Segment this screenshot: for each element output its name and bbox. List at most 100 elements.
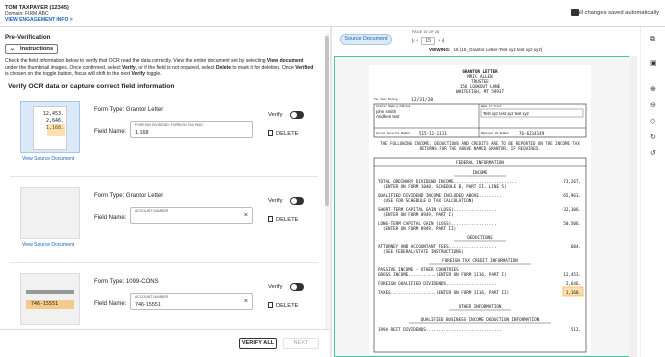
doc-row-value: 12,453. xyxy=(563,272,581,277)
doc-row-sublabel: (SEE FEDERAL/STATE INSTRUCTIONS) xyxy=(383,249,464,254)
comment-icon[interactable]: ▣ xyxy=(650,59,657,67)
input-caption: FOREIGN DIVIDEND: FOREIGN TAX PAID xyxy=(135,123,203,127)
verify-label: Verify xyxy=(268,198,283,204)
clear-icon[interactable]: × xyxy=(244,298,248,305)
highlight-box xyxy=(47,124,65,136)
page-navigator: |‹ ‹ 15 › ›| xyxy=(412,37,444,45)
zoom-in-icon[interactable]: ⊕ xyxy=(650,85,656,93)
field-value-input[interactable]: FOREIGN DIVIDEND: FOREIGN TAX PAID 1.168 xyxy=(130,121,253,138)
verification-panel: Pre-Verification ⌄ Instructions Check th… xyxy=(0,27,330,357)
app-header: TOM TAXPAYER (12345) Domain: FIRM ABC VI… xyxy=(0,0,665,27)
doc-row-value: 73,267. xyxy=(563,179,581,184)
viewer-scrollbar[interactable] xyxy=(629,56,637,357)
document-thumbnail[interactable]: 12,453. 2,646. 1,168. xyxy=(20,101,80,153)
fit-page-icon[interactable]: ◇ xyxy=(650,117,655,125)
doc-row-value: -32,306. xyxy=(561,207,581,212)
thumbnail-page: 12,453. 2,646. 1,168. xyxy=(33,106,67,150)
input-caption: ACCOUNT NUMBER xyxy=(135,295,169,299)
field-value-input[interactable]: ACCOUNT NUMBER × xyxy=(130,207,253,224)
tax-year-value: 12/31/20 xyxy=(411,97,433,103)
verify-toggle[interactable] xyxy=(290,283,304,291)
left-scrollbar[interactable] xyxy=(325,33,329,357)
trust-value: Test xyz test xyz test xyz xyxy=(483,111,529,116)
input-value: 1.168 xyxy=(135,130,149,136)
view-engagement-link[interactable]: VIEW ENGAGEMENT INFO > xyxy=(5,17,73,23)
form-type-label: Form Type: 1099-CONS xyxy=(94,279,159,285)
panel-splitter[interactable] xyxy=(330,27,332,357)
next-page-icon[interactable]: › xyxy=(438,38,440,44)
chevron-down-icon: ⌄ xyxy=(10,46,16,52)
document-page: GRANTOR LETTER MRIC ALLEN TRUSTEE 156 LO… xyxy=(369,65,591,355)
other-header: OTHER INFORMATION xyxy=(459,304,502,309)
verify-toggle[interactable] xyxy=(290,111,304,119)
doc-row-value: 604. xyxy=(571,244,581,249)
last-page-icon[interactable]: ›| xyxy=(441,38,444,44)
action-bar: VERIFY ALL NEXT xyxy=(0,329,330,357)
trash-icon xyxy=(268,302,273,308)
next-button[interactable]: NEXT xyxy=(283,338,319,349)
rotate-left-icon[interactable]: ↺ xyxy=(650,149,656,157)
grantor-address: Andheri test xyxy=(376,114,400,119)
doc-row-sublabel: (ENTER ON FORM 8949, PART II) xyxy=(383,226,456,231)
thumbnail-stripe xyxy=(26,290,74,294)
field-card: 746-15551 Form Type: 1099-CONS Field Nam… xyxy=(10,269,318,329)
grantor-label: Grantor Name & Address xyxy=(376,104,411,108)
thumbnail-text: 746-15551 xyxy=(31,301,59,307)
instructions-label: Instructions xyxy=(20,46,54,52)
verify-label: Verify xyxy=(268,284,283,290)
doc-row-value: 2,646. xyxy=(566,281,581,286)
doc-row-sublabel: GROSS INCOME...........(ENTER ON FORM 11… xyxy=(378,272,507,277)
zoom-out-icon[interactable]: ⊖ xyxy=(650,101,656,109)
ssn-value: 515-11-1111 xyxy=(419,131,447,136)
scrollbar-thumb[interactable] xyxy=(325,36,329,206)
input-value: 746-15551 xyxy=(135,302,161,308)
field-card: View Source Document Form Type: Grantor … xyxy=(10,183,318,263)
ssn-label: Social Security Number xyxy=(376,131,411,135)
delete-button[interactable]: DELETE xyxy=(268,130,299,137)
doc-row-value: 50,506. xyxy=(563,221,581,226)
page-number-input[interactable]: 15 xyxy=(421,37,435,45)
field-card: 12,453. 2,646. 1,168. View Source Docume… xyxy=(10,97,318,177)
doc-intro: THE FOLLOWING INCOME, DEDUCTIONS AND CRE… xyxy=(380,141,580,151)
prev-page-icon[interactable]: ‹ xyxy=(416,38,418,44)
section-title: Verify OCR data or capture correct field… xyxy=(8,83,175,90)
document-thumbnail[interactable]: 746-15551 xyxy=(20,273,80,325)
form-type-label: Form Type: Grantor Letter xyxy=(94,107,164,113)
viewing-info: VIEWING: 15 (15_Grantor Letter-Test xyz t… xyxy=(429,47,543,52)
ftc-header: FOREIGN TAX CREDIT INFORMATION xyxy=(442,258,518,263)
form-type-label: Form Type: Grantor Letter xyxy=(94,193,164,199)
field-name-label: Field Name: xyxy=(94,129,127,135)
trash-icon xyxy=(268,130,273,136)
doc-row-sublabel: (USE FOR SCHEDULE D TAX CALCULATION) xyxy=(383,198,474,203)
verify-label: Verify xyxy=(268,112,283,118)
qbi-header: QUALIFIED BUSINESS INCOME DEDUCTION INFO… xyxy=(421,317,540,322)
field-name-label: Field Name: xyxy=(94,215,127,221)
delete-button[interactable]: DELETE xyxy=(268,302,299,309)
field-name-label: Field Name: xyxy=(94,301,127,307)
instructions-toggle[interactable]: ⌄ Instructions xyxy=(5,44,58,54)
trust-label: Name of Trust xyxy=(481,104,502,108)
doc-row-label: 199A REIT DIVIDENDS.....................… xyxy=(378,327,502,332)
doc-row-sublabel: (ENTER ON FORM 8949, PART I) xyxy=(383,212,454,217)
input-caption: ACCOUNT NUMBER xyxy=(135,209,169,213)
tool-rail: ⧉ ▣ ⊕ ⊖ ◇ ↻ ↺ xyxy=(640,27,665,357)
first-page-icon[interactable]: |‹ xyxy=(412,38,415,44)
document-viewer: Source Document PAGE 15 OF 28 |‹ ‹ 15 › … xyxy=(334,27,640,357)
doc-row-value: 65,963. xyxy=(563,193,581,198)
income-header: INCOME xyxy=(472,170,488,175)
view-source-link[interactable]: View Source Document xyxy=(22,156,74,162)
view-source-link[interactable]: View Source Document xyxy=(22,242,74,248)
federal-header: FEDERAL INFORMATION xyxy=(456,160,504,165)
delete-button[interactable]: DELETE xyxy=(268,216,299,223)
doc-row-value: 1,168. xyxy=(566,290,581,295)
verify-all-button[interactable]: VERIFY ALL xyxy=(239,338,277,349)
rotate-icon[interactable]: ↻ xyxy=(650,133,656,141)
verify-toggle[interactable] xyxy=(290,197,304,205)
trash-icon xyxy=(268,216,273,222)
open-external-icon[interactable]: ⧉ xyxy=(650,36,655,44)
doc-row-label: TAXES..................(ENTER ON FORM 11… xyxy=(378,290,509,295)
clear-icon[interactable]: × xyxy=(244,212,248,219)
document-thumbnail[interactable] xyxy=(20,187,80,239)
field-value-input[interactable]: ACCOUNT NUMBER 746-15551 × xyxy=(130,293,253,310)
source-document-button[interactable]: Source Document xyxy=(340,34,392,45)
